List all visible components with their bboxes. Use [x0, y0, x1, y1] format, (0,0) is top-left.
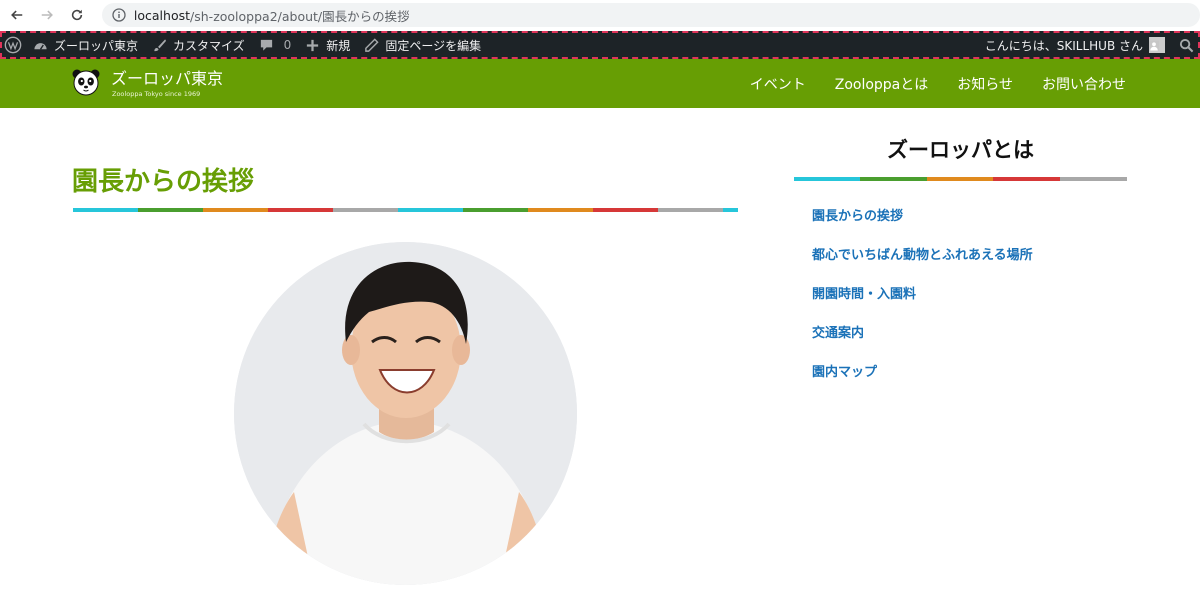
address-bar[interactable]: localhost/sh-zooloppa2/about/園長からの挨拶	[101, 3, 1200, 27]
search-icon	[1179, 38, 1193, 52]
sidebar-menu: 園長からの挨拶 都心でいちばん動物とふれあえる場所 開園時間・入園料 交通案内 …	[812, 205, 1033, 400]
arrow-right-icon	[41, 10, 53, 20]
adminbar-edit-page-label: 固定ページを編集	[385, 38, 482, 53]
nav-item-news[interactable]: お知らせ	[957, 74, 1013, 94]
sidebar-item-access[interactable]: 交通案内	[812, 326, 864, 341]
nav-item-about[interactable]: Zooloppaとは	[835, 74, 929, 94]
adminbar-my-account[interactable]: こんにちは、SKILLHUB さん	[978, 31, 1172, 59]
site-header: ズーロッパ東京 Zooloppa Tokyo since 1969 イベント Z…	[0, 59, 1200, 108]
sidebar-title: ズーロッパとは	[887, 138, 1034, 162]
comments-count: 0	[283, 38, 292, 52]
wp-logo-menu[interactable]	[0, 31, 26, 59]
director-photo	[234, 242, 577, 585]
adminbar-new-label: 新規	[326, 38, 351, 53]
adminbar-edit-page[interactable]: 固定ページを編集	[357, 31, 488, 59]
comment-icon	[260, 39, 272, 51]
browser-toolbar: localhost/sh-zooloppa2/about/園長からの挨拶	[0, 0, 1200, 30]
list-item: 都心でいちばん動物とふれあえる場所	[812, 244, 1033, 283]
wordpress-icon	[4, 36, 22, 54]
list-item: 園内マップ	[812, 361, 1033, 400]
adminbar-search[interactable]	[1172, 31, 1200, 59]
info-icon[interactable]	[112, 8, 126, 22]
list-item: 交通案内	[812, 322, 1033, 361]
sidebar-rainbow-divider	[794, 177, 1127, 181]
wp-admin-bar: ズーロッパ東京 カスタマイズ 0 新規 固定ページを編集 こんにちは、SKILL…	[0, 31, 1200, 59]
adminbar-site-name-label: ズーロッパ東京	[54, 38, 139, 53]
forward-button[interactable]	[36, 4, 58, 26]
reload-icon	[71, 9, 83, 21]
adminbar-new[interactable]: 新規	[298, 31, 357, 59]
title-rainbow-divider	[73, 208, 738, 212]
sidebar-item-concept[interactable]: 都心でいちばん動物とふれあえる場所	[812, 248, 1033, 263]
sidebar-item-hours[interactable]: 開園時間・入園料	[812, 287, 916, 302]
sidebar-item-greeting[interactable]: 園長からの挨拶	[812, 209, 903, 224]
panda-logo-icon[interactable]	[72, 67, 100, 97]
nav-item-contact[interactable]: お問い合わせ	[1042, 74, 1126, 94]
pencil-icon	[365, 37, 379, 52]
sidebar-item-map[interactable]: 園内マップ	[812, 365, 877, 380]
page-title: 園長からの挨拶	[72, 167, 255, 197]
site-title[interactable]: ズーロッパ東京	[111, 69, 223, 89]
list-item: 園長からの挨拶	[812, 205, 1033, 244]
paintbrush-icon	[154, 38, 167, 51]
adminbar-greeting: こんにちは、SKILLHUB さん	[984, 38, 1143, 53]
avatar	[1149, 37, 1165, 53]
url-path: /sh-zooloppa2/about/園長からの挨拶	[190, 8, 410, 24]
adminbar-customize-label: カスタマイズ	[173, 38, 245, 53]
arrow-left-icon	[11, 10, 23, 20]
dashboard-icon	[34, 42, 47, 50]
plus-icon	[307, 39, 319, 51]
list-item: 開園時間・入園料	[812, 283, 1033, 322]
adminbar-customize[interactable]: カスタマイズ	[145, 31, 252, 59]
adminbar-comments[interactable]: 0	[252, 31, 299, 59]
reload-button[interactable]	[66, 4, 88, 26]
global-nav: イベント Zooloppaとは お知らせ お問い合わせ	[721, 59, 1126, 108]
nav-item-events[interactable]: イベント	[750, 74, 806, 94]
adminbar-site-name[interactable]: ズーロッパ東京	[26, 31, 145, 59]
url-host: localhost	[133, 7, 191, 23]
back-button[interactable]	[6, 4, 28, 26]
site-tagline: Zooloppa Tokyo since 1969	[112, 90, 201, 98]
